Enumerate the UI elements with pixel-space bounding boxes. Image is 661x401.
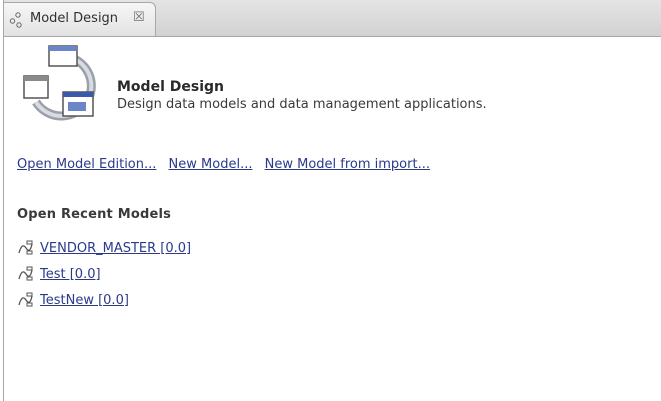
- new-model-from-import-link[interactable]: New Model from import...: [265, 157, 430, 172]
- list-item[interactable]: Test [0.0]: [17, 261, 191, 287]
- editor-content: Model Design Design data models and data…: [4, 37, 661, 401]
- data-model-icon: [18, 292, 33, 307]
- data-model-icon: [18, 240, 33, 255]
- page-title: Model Design: [117, 79, 224, 95]
- page-description: Design data models and data management a…: [117, 97, 487, 112]
- tab-title: Model Design: [30, 11, 119, 26]
- model-design-icon: [9, 12, 22, 28]
- recent-model-link[interactable]: TestNew [0.0]: [40, 293, 129, 308]
- open-model-edition-link[interactable]: Open Model Edition...: [17, 157, 156, 172]
- recent-model-link[interactable]: Test [0.0]: [40, 267, 101, 282]
- list-item[interactable]: TestNew [0.0]: [17, 287, 191, 313]
- model-design-large-icon: [23, 45, 96, 121]
- recent-models-heading: Open Recent Models: [17, 207, 172, 222]
- action-links: Open Model Edition... New Model... New M…: [17, 157, 438, 172]
- recent-models-list: VENDOR_MASTER [0.0] Test [0.0] TestNew […: [17, 235, 191, 313]
- list-item[interactable]: VENDOR_MASTER [0.0]: [17, 235, 191, 261]
- close-icon[interactable]: ☒: [133, 10, 145, 25]
- data-model-icon: [18, 266, 33, 281]
- tab-bar: Model Design ☒: [4, 0, 661, 37]
- editor-frame: Model Design ☒ Model Design Design data …: [3, 0, 661, 401]
- new-model-link[interactable]: New Model...: [169, 157, 253, 172]
- tab-model-design[interactable]: Model Design ☒: [4, 2, 156, 36]
- recent-model-link[interactable]: VENDOR_MASTER [0.0]: [40, 241, 191, 256]
